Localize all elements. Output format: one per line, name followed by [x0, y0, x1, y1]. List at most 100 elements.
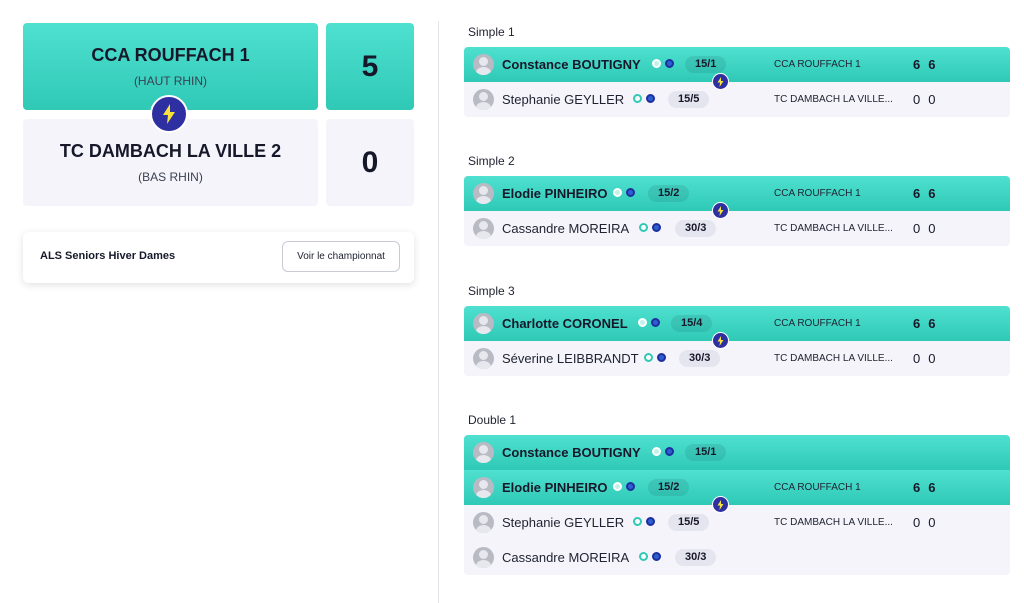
lightning-bolt-icon [712, 73, 729, 90]
game-title: Simple 1 [468, 25, 515, 39]
user-avatar-icon [473, 313, 494, 334]
status-icons [633, 94, 655, 103]
set-scores: 00 [913, 515, 935, 530]
player-row[interactable]: Cassandre MOREIRA 30/3 TC DAMBACH LA VILLE… [464, 211, 1010, 246]
set-scores: 66 [913, 316, 935, 331]
club-name: CCA ROUFFACH 1 [774, 59, 861, 70]
set-1-score: 6 [913, 57, 921, 72]
player-row[interactable]: Charlotte CORONEL 15/4 CCA ROUFFACH 1 66 [464, 306, 1010, 341]
away-team-name: TC DAMBACH LA VILLE 2 [59, 141, 282, 161]
ring-dot-icon [652, 59, 661, 68]
status-icons [638, 318, 660, 327]
player-name[interactable]: Stephanie GEYLLER [502, 92, 624, 107]
ranking-badge: 15/4 [671, 315, 713, 332]
player-name[interactable]: Charlotte CORONEL [502, 316, 628, 331]
ring-dot-icon [639, 223, 648, 232]
ring-dot-icon [633, 94, 642, 103]
status-icons [652, 447, 674, 456]
away-score: 0 [361, 146, 379, 179]
ring-dot-icon [638, 318, 647, 327]
status-icons [633, 517, 655, 526]
set-2-score: 0 [928, 221, 936, 236]
player-row[interactable]: Séverine LEIBBRANDT 30/3 TC DAMBACH LA VIL… [464, 341, 1010, 376]
player-row[interactable]: Constance BOUTIGNY 15/1 CCA ROUFFACH 1 66 [464, 47, 1010, 82]
away-score-card: 0 [326, 119, 414, 206]
set-scores: 00 [913, 351, 935, 366]
home-team-name: CCA ROUFFACH 1 [91, 45, 250, 65]
user-avatar-icon [473, 547, 494, 568]
player-row[interactable]: Stephanie GEYLLER 15/5 TC DAMBACH LA VILLE… [464, 505, 1010, 540]
player-name[interactable]: Constance BOUTIGNY [502, 57, 641, 72]
lightning-bolt-icon [712, 332, 729, 349]
club-name: TC DAMBACH LA VILLE... [774, 353, 893, 364]
player-name[interactable]: Constance BOUTIGNY [502, 445, 641, 460]
club-name: TC DAMBACH LA VILLE... [774, 94, 893, 105]
set-scores: 66 [913, 186, 935, 201]
ranking-badge: 15/2 [648, 185, 690, 202]
user-avatar-icon [473, 348, 494, 369]
set-1-score: 0 [913, 221, 921, 236]
filled-dot-icon [626, 482, 635, 491]
set-scores: 66 [913, 57, 935, 72]
player-row[interactable]: Constance BOUTIGNY 15/1 [464, 435, 1010, 470]
set-scores: 66 [913, 480, 935, 495]
filled-dot-icon [652, 223, 661, 232]
championship-card: ALS Seniors Hiver Dames Voir le champion… [23, 232, 414, 283]
filled-dot-icon [665, 59, 674, 68]
set-2-score: 6 [928, 316, 936, 331]
player-row[interactable]: Cassandre MOREIRA 30/3 [464, 540, 1010, 575]
status-icons [639, 552, 661, 561]
ranking-badge: 15/5 [668, 91, 710, 108]
club-name: TC DAMBACH LA VILLE... [774, 517, 893, 528]
player-row[interactable]: Stephanie GEYLLER 15/5 TC DAMBACH LA VILLE… [464, 82, 1010, 117]
column-divider [438, 21, 439, 603]
user-avatar-icon [473, 89, 494, 110]
user-avatar-icon [473, 183, 494, 204]
set-2-score: 6 [928, 480, 936, 495]
ranking-badge: 30/3 [675, 549, 717, 566]
player-name[interactable]: Cassandre MOREIRA [502, 221, 629, 236]
club-name: CCA ROUFFACH 1 [774, 318, 861, 329]
set-1-score: 6 [913, 186, 921, 201]
filled-dot-icon [626, 188, 635, 197]
ranking-badge: 30/3 [675, 220, 717, 237]
user-avatar-icon [473, 54, 494, 75]
away-team-region: (BAS RHIN) [138, 170, 203, 184]
player-name[interactable]: Séverine LEIBBRANDT [502, 351, 639, 366]
home-team-region: (HAUT RHIN) [133, 74, 208, 88]
user-avatar-icon [473, 477, 494, 498]
lightning-bolt-icon [150, 95, 188, 133]
player-name[interactable]: Elodie PINHEIRO [502, 480, 607, 495]
lightning-bolt-icon [712, 496, 729, 513]
championship-name: ALS Seniors Hiver Dames [40, 250, 176, 262]
player-row[interactable]: Elodie PINHEIRO 15/2 CCA ROUFFACH 1 66 [464, 176, 1010, 211]
filled-dot-icon [651, 318, 660, 327]
user-avatar-icon [473, 512, 494, 533]
ranking-badge: 30/3 [679, 350, 721, 367]
club-name: TC DAMBACH LA VILLE... [774, 223, 893, 234]
ring-dot-icon [633, 517, 642, 526]
set-2-score: 0 [928, 92, 936, 107]
status-icons [613, 188, 635, 197]
game-title: Simple 2 [468, 154, 515, 168]
set-2-score: 0 [928, 515, 936, 530]
ranking-badge: 15/1 [685, 444, 727, 461]
set-scores: 00 [913, 221, 935, 236]
ring-dot-icon [613, 482, 622, 491]
club-name: CCA ROUFFACH 1 [774, 482, 861, 493]
lightning-bolt-icon [712, 202, 729, 219]
status-icons [613, 482, 635, 491]
view-championship-button[interactable]: Voir le championnat [282, 241, 400, 272]
filled-dot-icon [646, 94, 655, 103]
player-name[interactable]: Cassandre MOREIRA [502, 550, 629, 565]
ranking-badge: 15/1 [685, 56, 727, 73]
ring-dot-icon [639, 552, 648, 561]
status-icons [639, 223, 661, 232]
status-icons [652, 59, 674, 68]
set-1-score: 6 [913, 316, 921, 331]
player-name[interactable]: Stephanie GEYLLER [502, 515, 624, 530]
player-name[interactable]: Elodie PINHEIRO [502, 186, 607, 201]
player-row[interactable]: Elodie PINHEIRO 15/2 CCA ROUFFACH 1 66 [464, 470, 1010, 505]
filled-dot-icon [657, 353, 666, 362]
ring-dot-icon [652, 447, 661, 456]
